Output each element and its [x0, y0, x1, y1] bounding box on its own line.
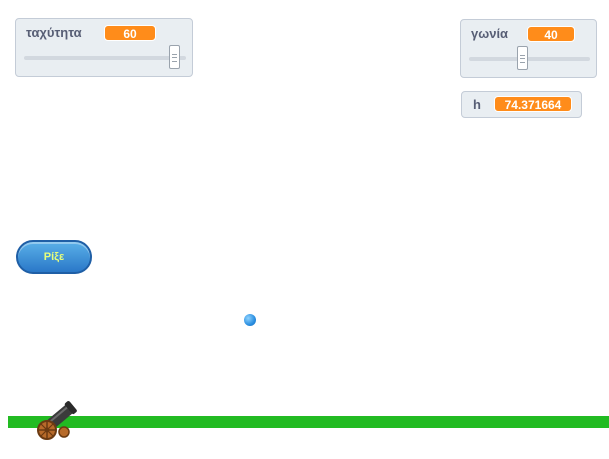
fire-button[interactable]: Ρίξε: [16, 240, 92, 274]
fire-button-label: Ρίξε: [43, 251, 65, 263]
angle-label: γωνία: [471, 26, 509, 41]
height-value: 74.371664: [494, 96, 572, 112]
height-monitor: h 74.371664: [461, 91, 582, 118]
speed-value: 60: [104, 25, 156, 41]
speed-slider-monitor: ταχύτητα 60: [15, 18, 193, 77]
height-label: h: [473, 97, 481, 112]
speed-slider-thumb[interactable]: [168, 45, 180, 69]
angle-slider-monitor: γωνία 40: [460, 19, 597, 78]
cannonball-icon[interactable]: [244, 314, 256, 326]
angle-value: 40: [527, 26, 575, 42]
cannon-icon[interactable]: [30, 392, 82, 444]
angle-slider-thumb[interactable]: [517, 46, 529, 70]
stage[interactable]: ταχύτητα 60 γωνία 40 h 74.371664 Ρίξε: [0, 0, 609, 459]
speed-label: ταχύτητα: [26, 25, 82, 40]
ground: [8, 416, 609, 428]
speed-slider-track[interactable]: [24, 56, 186, 60]
angle-slider-track[interactable]: [469, 57, 590, 61]
